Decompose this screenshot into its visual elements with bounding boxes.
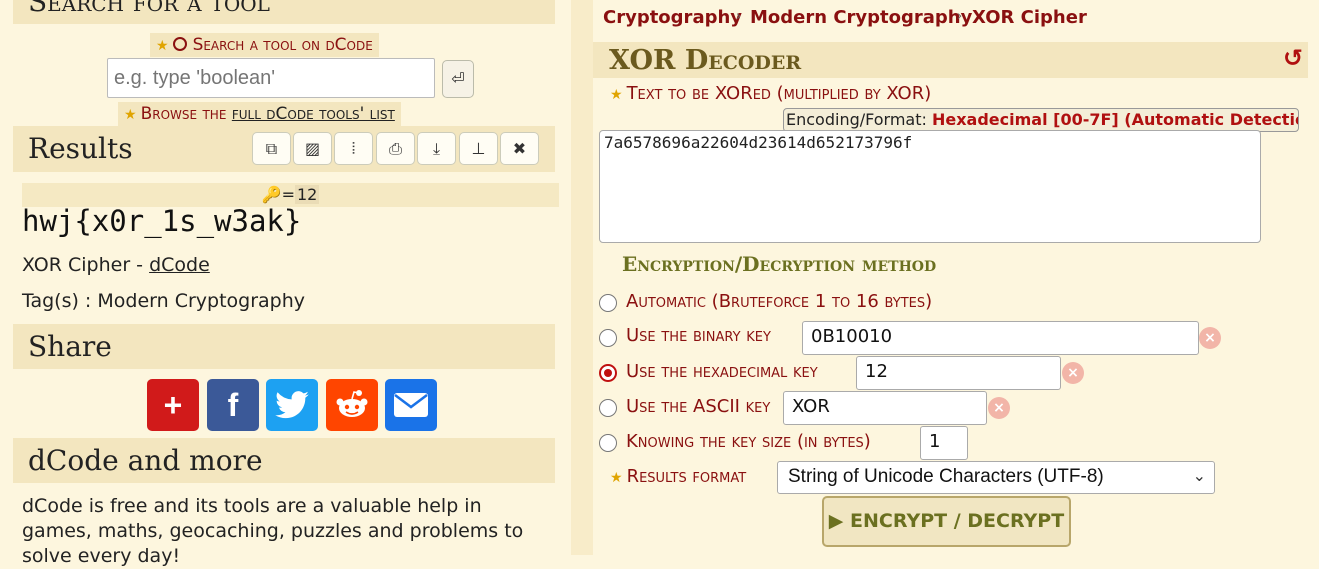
print-icon: ⎙ bbox=[389, 139, 402, 158]
encrypt-decrypt-button[interactable]: ▶ ENCRYPT / DECRYPT bbox=[822, 496, 1071, 547]
close-results-button[interactable]: ✖ bbox=[500, 132, 539, 165]
encoding-prefix: Encoding/Format: bbox=[786, 110, 932, 129]
breadcrumb-cryptography[interactable]: Cryptography bbox=[603, 7, 742, 28]
plus-icon: + bbox=[163, 387, 183, 423]
results-format-select[interactable]: String of Unicode Characters (UTF-8) ⌄ bbox=[777, 461, 1215, 494]
key-icon: 🔑 bbox=[261, 185, 282, 204]
print-button[interactable]: ⎙ bbox=[376, 132, 415, 165]
facebook-icon: f bbox=[227, 387, 239, 423]
star-icon: ★ bbox=[610, 87, 623, 103]
email-icon bbox=[394, 393, 428, 417]
radio-automatic[interactable] bbox=[599, 294, 617, 312]
text-input-label: ★ Text to be XORed (multiplied by XOR) bbox=[610, 83, 931, 104]
tool-name: XOR Cipher - bbox=[22, 254, 150, 276]
key-equals: = bbox=[281, 185, 295, 204]
breadcrumb-separator: › bbox=[957, 9, 963, 24]
encoding-value: Hexadecimal [00-7F] (Automatic Detection… bbox=[931, 110, 1299, 129]
option-ascii-label[interactable]: Use the ASCII key bbox=[626, 396, 770, 417]
key-value: 12 bbox=[294, 185, 320, 204]
more-section-title: dCode and more bbox=[13, 438, 555, 483]
radio-hex-key[interactable] bbox=[599, 364, 617, 382]
download-icon: ⤓ bbox=[432, 139, 441, 158]
dcode-link[interactable]: dCode bbox=[149, 254, 210, 276]
share-plus-button[interactable]: + bbox=[147, 379, 199, 431]
radio-ascii-key[interactable] bbox=[599, 399, 617, 417]
search-icon bbox=[172, 37, 187, 51]
clear-ascii-icon[interactable]: × bbox=[988, 397, 1010, 419]
clear-binary-icon[interactable]: × bbox=[1199, 327, 1221, 349]
option-binary-label[interactable]: Use the binary key bbox=[626, 325, 771, 346]
main-panel: Cryptography › Modern Cryptography › XOR… bbox=[593, 0, 1319, 555]
radio-key-size[interactable] bbox=[599, 434, 617, 452]
star-icon: ★ bbox=[610, 470, 623, 486]
browse-prefix: Browse the bbox=[140, 104, 232, 124]
cipher-text-input[interactable]: 7a6578696a22604d23614d652173796f bbox=[599, 130, 1261, 243]
hex-key-input[interactable]: 12 bbox=[856, 356, 1061, 390]
share-email-button[interactable] bbox=[385, 379, 437, 431]
search-tool-link[interactable]: ★ Search a tool on dCode bbox=[150, 33, 379, 57]
search-input[interactable] bbox=[107, 58, 435, 98]
copy-icon: ⧉ bbox=[265, 139, 278, 158]
clear-button[interactable]: ▨ bbox=[293, 132, 332, 165]
chevron-down-icon: ⌄ bbox=[1192, 468, 1206, 485]
search-go-button[interactable]: ⏎ bbox=[442, 60, 474, 98]
results-format-value: String of Unicode Characters (UTF-8) bbox=[788, 466, 1104, 487]
browse-link-text: full dCode tools' list bbox=[231, 104, 395, 124]
option-size-label[interactable]: Knowing the key size (in bytes) bbox=[626, 431, 871, 452]
share-section-title: Share bbox=[13, 324, 555, 369]
decoded-result: hwj{x0r_1s_w3ak} bbox=[22, 204, 302, 238]
decoder-header: XOR Decoder ↺ bbox=[593, 42, 1308, 78]
results-format-label-text: Results format bbox=[626, 466, 747, 487]
download-button[interactable]: ⤓ bbox=[417, 132, 456, 165]
breadcrumb-separator: › bbox=[736, 9, 742, 24]
copy-button[interactable]: ⧉ bbox=[252, 132, 291, 165]
sidebar: Search for a tool ★ Search a tool on dCod… bbox=[0, 0, 571, 567]
browse-tools-link[interactable]: ★ Browse the full dCode tools' list bbox=[118, 102, 401, 126]
tags-line: Tag(s) : Modern Cryptography bbox=[22, 290, 306, 312]
ascii-key-input[interactable]: XOR bbox=[783, 391, 987, 425]
pin-icon: ⊥ bbox=[471, 139, 486, 158]
column-icon: ⦙ bbox=[351, 139, 356, 158]
tool-attribution: XOR Cipher - dCode bbox=[22, 254, 210, 276]
key-size-input[interactable]: 1 bbox=[920, 426, 968, 460]
breadcrumb-modern-cryptography[interactable]: Modern Cryptography bbox=[750, 7, 972, 28]
breadcrumb-xor-cipher[interactable]: XOR Cipher bbox=[972, 7, 1087, 28]
pin-button[interactable]: ⊥ bbox=[459, 132, 498, 165]
option-hex-label[interactable]: Use the hexadecimal key bbox=[626, 361, 818, 382]
results-format-label: ★ Results format bbox=[610, 466, 746, 487]
search-section-title: Search for a tool bbox=[13, 0, 555, 24]
twitter-icon bbox=[275, 391, 309, 419]
star-icon: ★ bbox=[124, 107, 137, 123]
refresh-icon[interactable]: ↺ bbox=[1283, 44, 1303, 72]
share-twitter-button[interactable] bbox=[266, 379, 318, 431]
close-icon: ✖ bbox=[512, 139, 527, 158]
search-link-label: Search a tool on dCode bbox=[192, 35, 373, 55]
enter-arrow-icon: ⏎ bbox=[451, 69, 465, 88]
share-reddit-button[interactable] bbox=[326, 379, 378, 431]
more-text: dCode is free and its tools are a valuab… bbox=[22, 495, 524, 567]
method-section-title: Encryption/Decryption method bbox=[622, 252, 937, 276]
reddit-icon bbox=[336, 390, 368, 417]
column-divider bbox=[571, 0, 593, 555]
text-input-label-text: Text to be XORed (multiplied by XOR) bbox=[626, 83, 932, 104]
star-icon: ★ bbox=[156, 38, 169, 54]
decoder-title: XOR Decoder bbox=[609, 45, 802, 76]
binary-key-input[interactable]: 0B10010 bbox=[802, 321, 1199, 355]
encoding-format-selector[interactable]: Encoding/Format: Hexadecimal [00-7F] (Au… bbox=[783, 108, 1299, 132]
share-facebook-button[interactable]: f bbox=[207, 379, 259, 431]
radio-binary-key[interactable] bbox=[599, 329, 617, 347]
clear-hex-icon[interactable]: × bbox=[1062, 362, 1084, 384]
clear-icon: ▨ bbox=[304, 139, 321, 158]
option-automatic-label[interactable]: Automatic (Bruteforce 1 to 16 bytes) bbox=[626, 291, 932, 312]
column-button[interactable]: ⦙ bbox=[334, 132, 373, 165]
